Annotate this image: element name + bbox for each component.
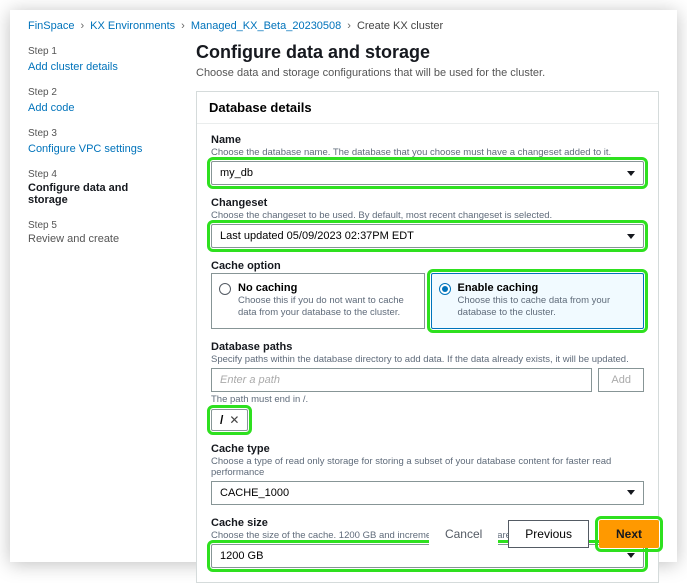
- wizard-sidebar: Step 1 Add cluster details Step 2 Add co…: [28, 42, 168, 506]
- panel-header: Database details: [197, 92, 658, 124]
- close-icon[interactable]: ✕: [229, 413, 239, 427]
- db-paths-placeholder: Enter a path: [220, 374, 280, 386]
- crumb-kx-environments[interactable]: KX Environments: [90, 20, 175, 32]
- db-paths-help: Specify paths within the database direct…: [211, 354, 644, 365]
- previous-button[interactable]: Previous: [508, 520, 589, 548]
- cache-type-label: Cache type: [211, 443, 644, 455]
- db-name-select[interactable]: my_db: [211, 161, 644, 185]
- page-title: Configure data and storage: [196, 42, 659, 63]
- db-paths-label: Database paths: [211, 341, 644, 353]
- step-3-label: Step 3: [28, 128, 168, 139]
- chevron-right-icon: ›: [80, 20, 84, 32]
- step-1-link[interactable]: Add cluster details: [28, 61, 118, 73]
- changeset-select[interactable]: Last updated 05/09/2023 02:37PM EDT: [211, 224, 644, 248]
- crumb-finspace[interactable]: FinSpace: [28, 20, 74, 32]
- radio-icon: [439, 283, 451, 295]
- step-2-link[interactable]: Add code: [28, 102, 74, 114]
- main-content: Configure data and storage Choose data a…: [196, 42, 659, 506]
- radio-icon: [219, 283, 231, 295]
- db-paths-input[interactable]: Enter a path: [211, 368, 592, 392]
- page-subtitle: Choose data and storage configurations t…: [196, 67, 659, 79]
- cache-type-select[interactable]: CACHE_1000: [211, 481, 644, 505]
- db-name-value: my_db: [220, 167, 253, 179]
- changeset-label: Changeset: [211, 197, 644, 209]
- changeset-value: Last updated 05/09/2023 02:37PM EDT: [220, 230, 414, 242]
- wizard-footer: Cancel Previous Next: [10, 506, 677, 562]
- breadcrumb: FinSpace › KX Environments › Managed_KX_…: [10, 10, 677, 32]
- step-4-link: Configure data and storage: [28, 182, 168, 206]
- chevron-right-icon: ›: [347, 20, 351, 32]
- chevron-down-icon: [627, 171, 635, 176]
- cache-option-enable-caching[interactable]: Enable caching Choose this to cache data…: [431, 273, 645, 329]
- path-chip-label: /: [220, 413, 223, 427]
- cancel-button[interactable]: Cancel: [429, 520, 498, 548]
- cache-type-value: CACHE_1000: [220, 487, 289, 499]
- db-name-label: Name: [211, 134, 644, 146]
- step-5-link: Review and create: [28, 233, 168, 245]
- cache-option-no-caching[interactable]: No caching Choose this if you do not wan…: [211, 273, 425, 329]
- db-name-help: Choose the database name. The database t…: [211, 147, 644, 158]
- crumb-current: Create KX cluster: [357, 20, 443, 32]
- cache-option-label: Cache option: [211, 260, 644, 272]
- add-path-button[interactable]: Add: [598, 368, 644, 392]
- db-paths-hint: The path must end in /.: [211, 394, 644, 405]
- step-1-label: Step 1: [28, 46, 168, 57]
- no-caching-title: No caching: [238, 282, 416, 294]
- cache-type-help: Choose a type of read only storage for s…: [211, 456, 644, 478]
- step-3-link[interactable]: Configure VPC settings: [28, 143, 142, 155]
- changeset-help: Choose the changeset to be used. By defa…: [211, 210, 644, 221]
- enable-caching-desc: Choose this to cache data from your data…: [458, 295, 636, 320]
- crumb-managed-kx-beta[interactable]: Managed_KX_Beta_20230508: [191, 20, 341, 32]
- no-caching-desc: Choose this if you do not want to cache …: [238, 295, 416, 320]
- next-button[interactable]: Next: [599, 520, 659, 548]
- path-chip[interactable]: / ✕: [211, 409, 248, 431]
- chevron-right-icon: ›: [181, 20, 185, 32]
- step-2-label: Step 2: [28, 87, 168, 98]
- step-5-label: Step 5: [28, 220, 168, 231]
- chevron-down-icon: [627, 490, 635, 495]
- chevron-down-icon: [627, 234, 635, 239]
- enable-caching-title: Enable caching: [458, 282, 636, 294]
- step-4-label: Step 4: [28, 169, 168, 180]
